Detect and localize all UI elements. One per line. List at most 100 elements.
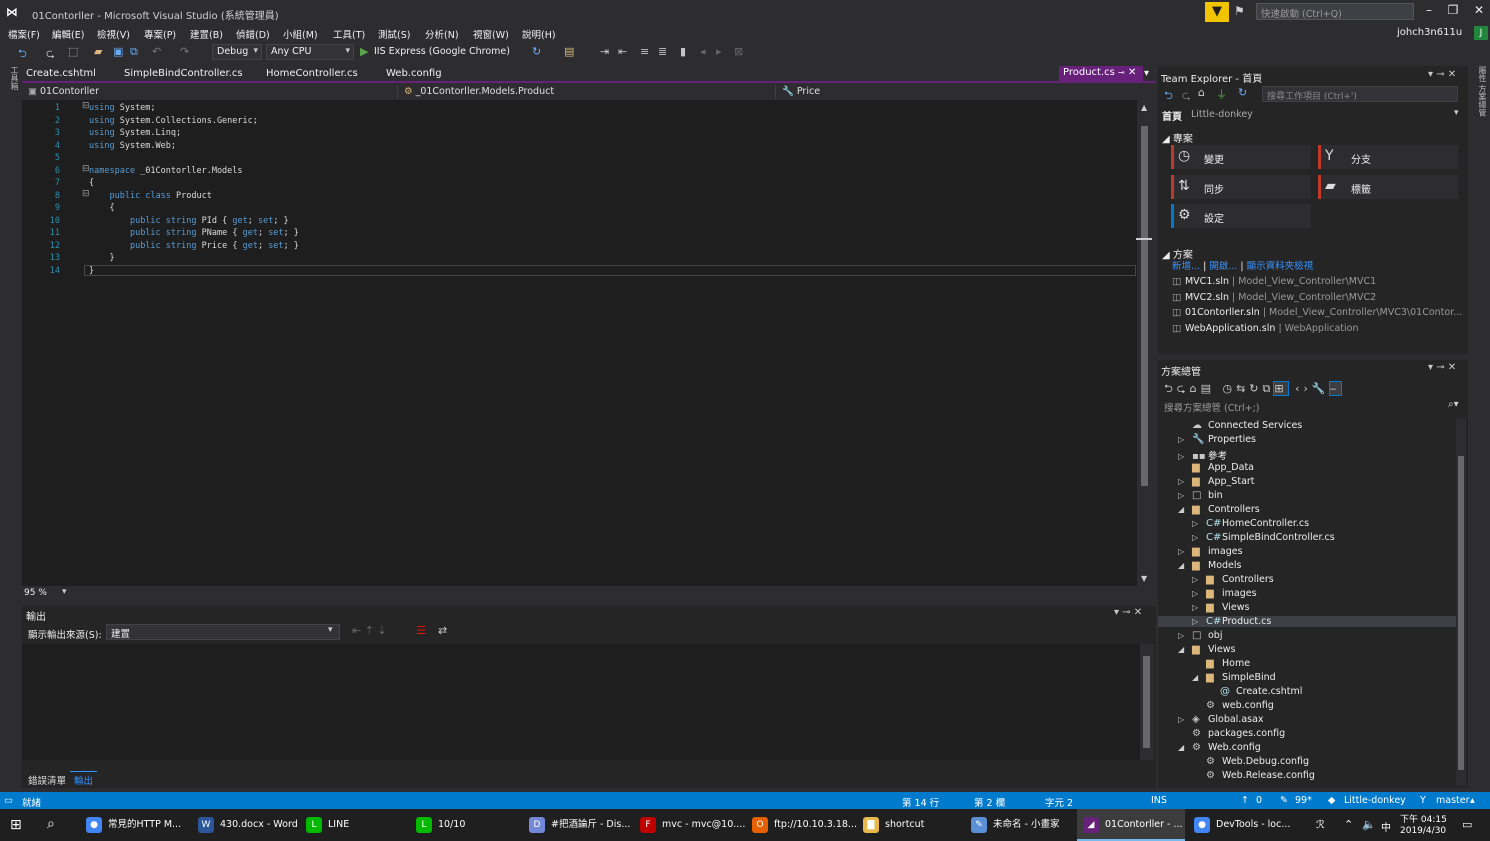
tree-item[interactable]: ▷ C#Product.cs (1158, 616, 1456, 627)
menu-project[interactable]: 專案(P) (144, 27, 176, 41)
menu-view[interactable]: 檢視(V) (97, 27, 130, 41)
search-icon[interactable]: ⌕▾ (1448, 399, 1459, 410)
quick-launch-input[interactable]: 快速啟動 (Ctrl+Q) (1256, 3, 1414, 20)
settings-tile[interactable]: ⚙ 設定 (1171, 204, 1311, 228)
tags-tile[interactable]: ▰ 標籤 (1318, 175, 1458, 199)
project-dropdown[interactable]: ▣ 01Contorller (24, 85, 398, 99)
work-item-search-input[interactable]: 搜尋工作項目 (Ctrl+') (1262, 86, 1458, 102)
taskbar-app[interactable]: ✎ 未命名 - 小畫家 (965, 809, 1073, 841)
prev-bookmark-icon[interactable]: ◂ (700, 45, 706, 58)
class-dropdown[interactable]: ⚙ _01Contorller.Models.Product (400, 85, 776, 99)
save-icon[interactable]: ▣ (113, 45, 123, 58)
clear-bookmarks-icon[interactable]: ⊠ (734, 45, 743, 58)
tree-item[interactable]: ▷ ▆ images (1178, 546, 1243, 557)
tree-item[interactable]: ▷ ▆ Views (1192, 602, 1250, 613)
expand-arrow-icon[interactable]: ▷ (1192, 603, 1206, 612)
taskbar-app[interactable]: ● 常見的HTTP M... (80, 809, 188, 841)
output-text-area[interactable] (22, 644, 1140, 760)
status-up[interactable]: 0 (1256, 795, 1262, 806)
tab-create-cshtml[interactable]: Create.cshtml (26, 68, 96, 79)
taskbar-app[interactable]: Oftp://10.10.3.18... (746, 809, 857, 841)
run-target-button[interactable]: IIS Express (Google Chrome) (374, 46, 510, 57)
tree-item[interactable]: ◢ ▆ Views (1178, 644, 1236, 655)
undo-icon[interactable]: ↶ (152, 45, 161, 58)
taskbar-app[interactable]: L 10/10 (410, 809, 518, 841)
configuration-select[interactable]: Debug (212, 44, 262, 60)
collapse-icon[interactable]: ⊟ (82, 189, 90, 199)
clear-all-icon[interactable]: ☰ (416, 624, 426, 637)
zoom-level[interactable]: 95 % (24, 588, 47, 598)
tree-item[interactable]: @ Create.cshtml (1206, 686, 1302, 697)
taskbar-app[interactable]: ● DevTools - loc... (1188, 809, 1296, 841)
tree-item[interactable]: ◢ ▆ Models (1178, 560, 1241, 571)
tree-scroll-thumb[interactable] (1458, 456, 1464, 770)
tree-item[interactable]: ◢ ▆ SimpleBind (1192, 672, 1276, 683)
expand-arrow-icon[interactable]: ▷ (1178, 491, 1192, 500)
expand-arrow-icon[interactable]: ▷ (1192, 519, 1206, 528)
panel-controls[interactable]: ▾ ⊸ ✕ (1428, 69, 1456, 80)
zoom-dropdown-icon[interactable]: ▾ (62, 587, 67, 597)
scroll-thumb[interactable] (1141, 126, 1148, 486)
next-bookmark-icon[interactable]: ▸ (716, 45, 722, 58)
tab-output[interactable]: 輸出 (70, 771, 98, 788)
code-line[interactable]: { (89, 203, 114, 213)
code-line[interactable]: namespace _01Contorller.Models (89, 166, 243, 176)
code-line[interactable]: { (89, 178, 94, 188)
menu-window[interactable]: 視窗(W) (473, 27, 509, 41)
expand-arrow-icon[interactable]: ▷ (1178, 452, 1192, 461)
branch-icon[interactable]: Y (1420, 795, 1426, 806)
bookmark-icon[interactable]: ▮ (680, 45, 686, 58)
expand-arrow-icon[interactable]: ▷ (1192, 575, 1206, 584)
tab-web-config[interactable]: Web.config (386, 68, 442, 79)
word-wrap-icon[interactable]: ⇄ (438, 624, 447, 637)
expand-arrow-icon[interactable]: ▷ (1192, 533, 1206, 542)
member-dropdown[interactable]: 🔧 Price (778, 85, 1138, 99)
output-scrollbar[interactable] (1140, 644, 1154, 760)
menu-file[interactable]: 檔案(F) (8, 27, 40, 41)
user-name[interactable]: johch3n611u (1397, 27, 1462, 38)
taskbar-app[interactable]: W 430.docx - Word (192, 809, 300, 841)
tab-product-cs[interactable]: Product.cs ⊸ ✕ (1059, 66, 1143, 81)
solution-item[interactable]: ◫ MVC2.sln | Model_View_Controller\MVC2 (1172, 292, 1376, 303)
status-branch[interactable]: master (1436, 795, 1470, 806)
sync-tile[interactable]: ⇅ 同步 (1171, 175, 1311, 199)
minimize-button[interactable]: – (1418, 3, 1440, 17)
solution-item[interactable]: ◫ MVC1.sln | Model_View_Controller\MVC1 (1172, 276, 1376, 287)
tree-item[interactable]: ☁ Connected Services (1178, 420, 1302, 431)
tree-item[interactable]: ⚙ packages.config (1178, 728, 1285, 739)
code-line[interactable]: using System.Web; (89, 141, 176, 151)
changes-tile[interactable]: ◷ 變更 (1171, 145, 1311, 169)
toolbox-tab[interactable]: 工具箱 (2, 66, 20, 106)
close-tab-icon[interactable]: ✕ (1128, 67, 1136, 78)
output-scroll-thumb[interactable] (1143, 656, 1150, 748)
scroll-down-icon[interactable]: ▼ (1141, 574, 1147, 583)
person-icon[interactable]: ℛ (1316, 818, 1325, 831)
solution-search-input[interactable]: 搜尋方案總管 (Ctrl+;) (1160, 398, 1466, 414)
outdent-icon[interactable]: ⇤ (618, 45, 627, 58)
search-icon[interactable]: ⌕ (47, 816, 55, 832)
menu-edit[interactable]: 編輯(E) (52, 27, 84, 41)
notification-icon[interactable]: ▭ (1462, 818, 1472, 831)
code-line[interactable]: using System.Linq; (89, 128, 181, 138)
editor-scrollbar[interactable]: ▲ ▼ (1136, 100, 1152, 586)
expand-arrow-icon[interactable]: ▷ (1192, 617, 1206, 626)
tree-item[interactable]: ▷ C#SimpleBindController.cs (1192, 532, 1335, 543)
expand-arrow-icon[interactable]: ▷ (1178, 547, 1192, 556)
expand-arrow-icon[interactable]: ◢ (1178, 743, 1192, 752)
taskbar-app[interactable]: L LINE (300, 809, 408, 841)
code-line[interactable]: public string PId { get; set; } (89, 216, 289, 226)
collapse-icon[interactable]: ⊟ (82, 164, 90, 174)
uncomment-icon[interactable]: ≣ (658, 45, 667, 58)
forward-icon[interactable]: ⮎ (1182, 87, 1191, 106)
code-line[interactable]: } (89, 253, 114, 263)
expand-arrow-icon[interactable]: ◢ (1178, 645, 1192, 654)
avatar[interactable]: J (1474, 26, 1488, 40)
code-line[interactable]: public string Price { get; set; } (89, 241, 299, 251)
tab-simplebindcontroller[interactable]: SimpleBindController.cs (124, 68, 243, 79)
tree-item[interactable]: ▷ ◈ Global.asax (1178, 714, 1264, 725)
taskbar-app[interactable]: D #把酒論斤 - Dis... (523, 809, 631, 841)
expand-arrow-icon[interactable]: ▷ (1178, 477, 1192, 486)
tree-item[interactable]: ▷ ▆ App_Start (1178, 476, 1255, 487)
tree-item[interactable]: ⚙ Web.Debug.config (1192, 756, 1309, 767)
status-pending[interactable]: 99* (1295, 795, 1312, 806)
